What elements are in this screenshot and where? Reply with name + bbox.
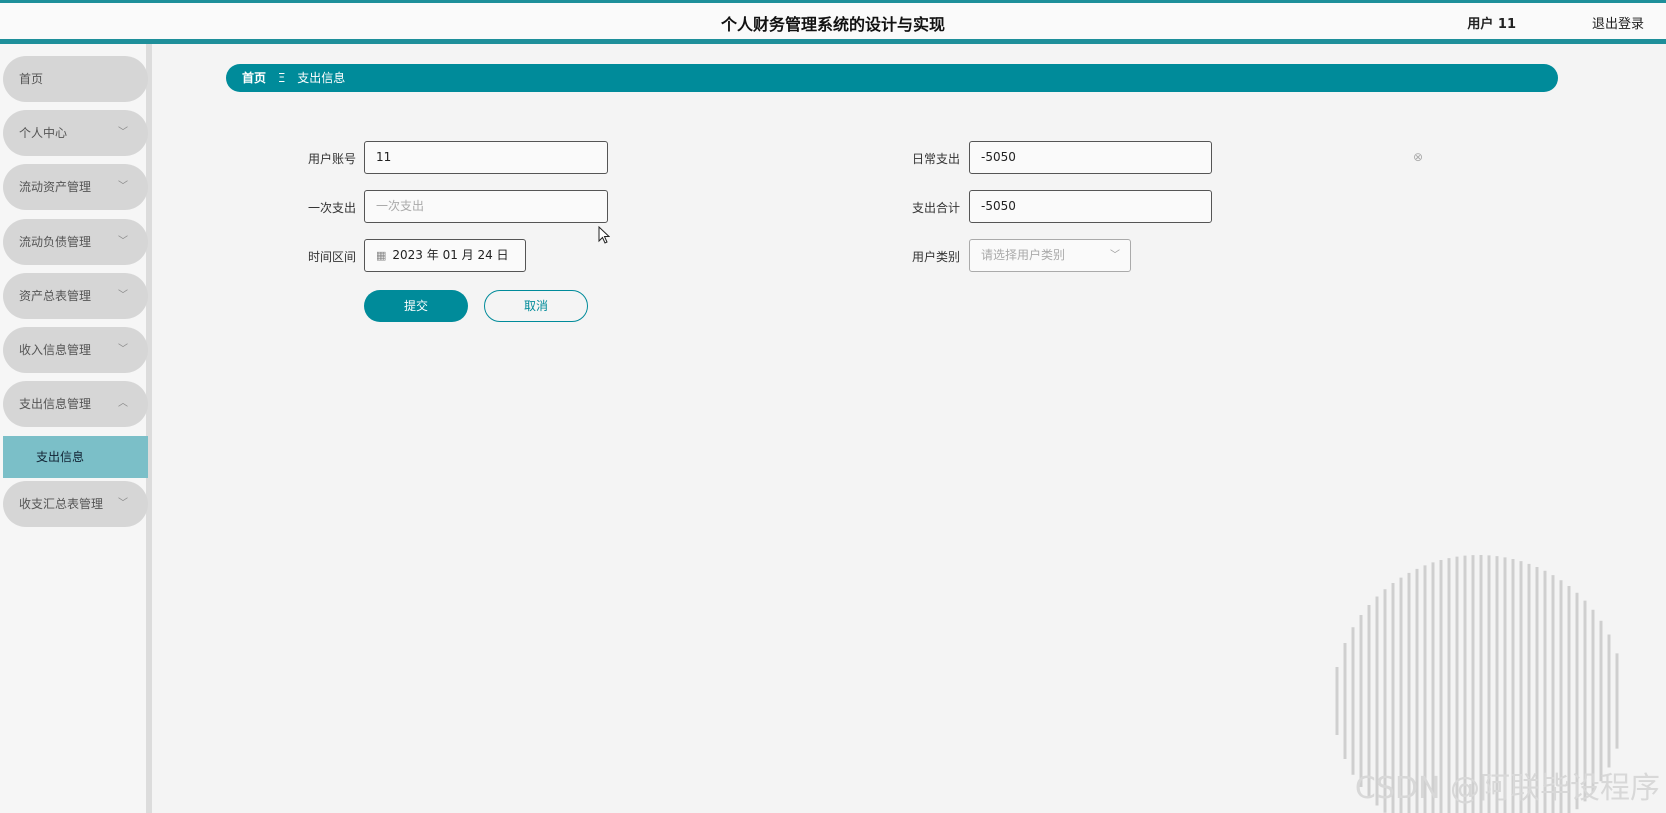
submit-button[interactable]: 提交 [364,290,468,322]
account-field[interactable]: 11 [364,141,608,174]
sidebar-item-expense[interactable]: 支出信息管理 ︿ [3,381,148,427]
clear-circle-icon[interactable]: ⊗ [1413,150,1423,164]
account-label: 用户账号 [307,152,356,166]
sidebar-item-current-assets[interactable]: 流动资产管理 ﹀ [3,164,148,210]
chevron-down-icon: ﹀ [118,344,128,355]
sidebar-item-label: 支出信息管理 [19,397,92,411]
sidebar-item-label: 流动资产管理 [19,180,92,194]
sidebar-item-label: 资产总表管理 [19,289,92,303]
user-type-label: 用户类别 [911,250,960,264]
total-expense-field[interactable]: -5050 [969,190,1212,223]
watermark: CSDN @阿联毕设程序 [1354,771,1660,806]
time-period-label: 时间区间 [307,250,356,264]
time-period-datepicker[interactable]: ▦ 2023 年 01 月 24 日 [364,239,526,272]
sidebar-item-label: 收支汇总表管理 [19,497,104,511]
chevron-down-icon: ﹀ [118,127,128,138]
calendar-icon: ▦ [376,249,387,262]
one-time-expense-field[interactable]: 一次支出 [364,190,608,223]
chevron-up-icon: ︿ [118,398,128,409]
top-header: 个人财务管理系统的设计与实现 用户 11 退出登录 [0,0,1666,44]
chevron-down-icon: ﹀ [1110,250,1120,261]
user-type-placeholder: 请选择用户类别 [981,248,1066,262]
breadcrumb-current: 支出信息 [297,71,346,85]
sidebar-item-current-liabilities[interactable]: 流动负债管理 ﹀ [3,219,148,265]
one-time-expense-label: 一次支出 [307,201,356,215]
app-title: 个人财务管理系统的设计与实现 [720,15,945,34]
current-user: 用户 11 [1467,17,1516,32]
date-value: 2023 年 01 月 24 日 [392,248,509,262]
total-expense-label: 支出合计 [911,201,960,215]
sidebar-item-label: 流动负债管理 [19,235,92,249]
sidebar: 首页 个人中心 ﹀ 流动资产管理 ﹀ 流动负债管理 ﹀ 资产总表管理 ﹀ 收入信… [0,44,152,813]
sidebar-item-label: 收入信息管理 [19,343,92,357]
sidebar-subitem-expense-info[interactable]: 支出信息 [3,436,148,478]
sidebar-item-label: 个人中心 [19,126,68,140]
breadcrumb: 首页 Ξ 支出信息 [226,64,1558,92]
mouse-cursor-icon [598,226,610,244]
daily-expense-label: 日常支出 [911,152,960,166]
breadcrumb-home[interactable]: 首页 [242,71,266,85]
chevron-down-icon: ﹀ [118,290,128,301]
chevron-down-icon: ﹀ [118,236,128,247]
daily-expense-field[interactable]: -5050 [969,141,1212,174]
cancel-button[interactable]: 取消 [484,290,588,322]
chevron-down-icon: ﹀ [118,498,128,509]
sidebar-item-income-expense-summary[interactable]: 收支汇总表管理 ﹀ [3,481,148,527]
sidebar-item-label: 首页 [19,72,44,86]
logout-link[interactable]: 退出登录 [1592,13,1644,32]
sidebar-item-income[interactable]: 收入信息管理 ﹀ [3,327,148,373]
user-type-select[interactable]: 请选择用户类别 ﹀ [969,239,1131,272]
sidebar-item-personal-center[interactable]: 个人中心 ﹀ [3,110,148,156]
chevron-down-icon: ﹀ [118,181,128,192]
sidebar-item-asset-summary[interactable]: 资产总表管理 ﹀ [3,273,148,319]
breadcrumb-separator-icon: Ξ [277,71,286,85]
sidebar-item-home[interactable]: 首页 [3,56,148,102]
